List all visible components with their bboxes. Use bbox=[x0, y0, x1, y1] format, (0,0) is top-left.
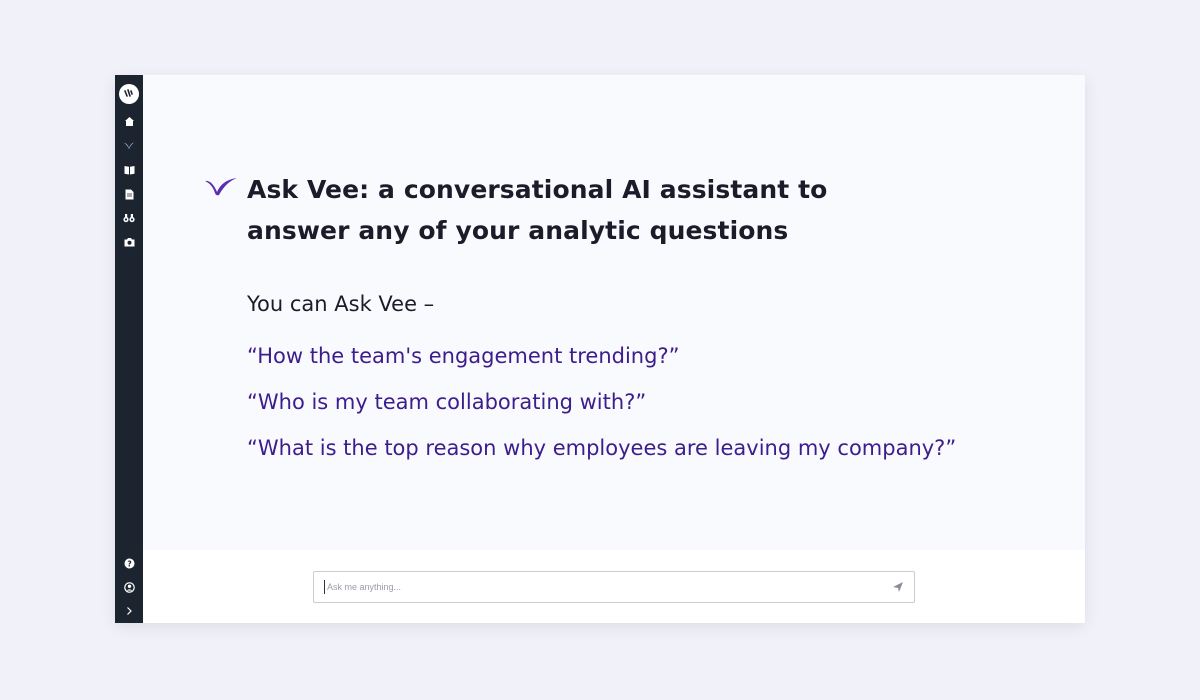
book-icon[interactable] bbox=[122, 163, 136, 177]
home-icon[interactable] bbox=[122, 114, 136, 128]
ask-vee-icon[interactable] bbox=[122, 138, 136, 152]
example-question[interactable]: “How the team's engagement trending?” bbox=[247, 342, 679, 370]
title-line-1: Ask Vee: a conversational AI assistant t… bbox=[247, 175, 828, 204]
text-caret bbox=[324, 580, 325, 594]
vee-logo-icon bbox=[205, 178, 237, 196]
camera-icon[interactable] bbox=[122, 235, 136, 249]
chat-footer bbox=[143, 550, 1085, 623]
chat-input[interactable] bbox=[327, 572, 882, 602]
example-question[interactable]: “What is the top reason why employees ar… bbox=[247, 434, 956, 462]
main-content: Ask Vee: a conversational AI assistant t… bbox=[143, 75, 1085, 550]
app-window: ? Ask Vee: a conversational AI assistant… bbox=[115, 75, 1085, 623]
help-icon[interactable]: ? bbox=[122, 556, 136, 570]
sidebar: ? bbox=[115, 75, 143, 623]
user-icon[interactable] bbox=[122, 580, 136, 594]
intro-text: You can Ask Vee – bbox=[247, 292, 435, 316]
svg-text:?: ? bbox=[127, 559, 131, 568]
chat-input-box[interactable] bbox=[313, 571, 915, 603]
title-line-2: answer any of your analytic questions bbox=[247, 216, 789, 245]
document-icon[interactable] bbox=[122, 187, 136, 201]
binoculars-icon[interactable] bbox=[122, 211, 136, 225]
example-question[interactable]: “Who is my team collaborating with?” bbox=[247, 388, 646, 416]
app-logo-icon[interactable] bbox=[119, 84, 139, 104]
send-icon[interactable] bbox=[892, 581, 904, 593]
page-title: Ask Vee: a conversational AI assistant t… bbox=[247, 169, 967, 251]
expand-chevron-icon[interactable] bbox=[122, 604, 136, 618]
